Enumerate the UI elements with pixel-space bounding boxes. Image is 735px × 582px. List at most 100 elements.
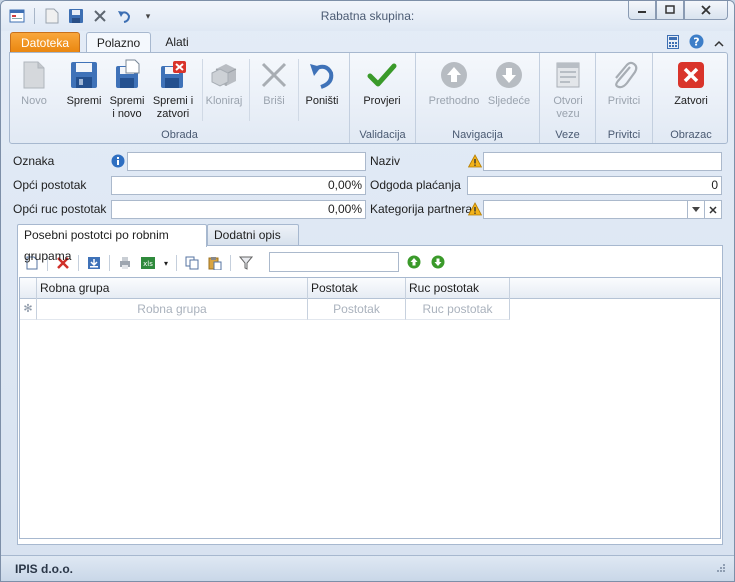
minimize-button[interactable] [628,1,656,20]
tab-posebni-postotci[interactable]: Posebni postotci po robnim grupama [17,224,207,263]
grid-paste-icon[interactable] [205,253,225,273]
delete-x-icon [258,59,290,91]
spremi-i-zatvori-button[interactable]: Spremi i zatvori [148,57,198,125]
grid-import-icon[interactable] [84,253,104,273]
brisi-button[interactable]: Briši [252,57,296,125]
odgoda-placanja-label: Odgoda plaćanja [370,178,461,192]
resize-grip-icon[interactable] [716,562,726,576]
oznaka-input[interactable] [127,152,366,171]
ribbon-tab-row: Datoteka Polazno Alati ? [1,31,734,53]
sljedece-label: Sljedeće [487,95,531,107]
otvori-vezu-button[interactable]: Otvori vezu [546,57,590,125]
tab-polazno[interactable]: Polazno [86,32,151,53]
opci-postotak-label: Opći postotak [13,178,87,192]
clear-x-icon [709,205,717,214]
naziv-input[interactable] [483,152,722,171]
check-icon [366,59,398,91]
export-dropdown-icon[interactable]: ▾ [161,253,171,273]
toolbar-separator [176,255,177,271]
grid-search-input[interactable] [269,252,399,272]
spremi-zatvori-label-2: zatvori [156,108,190,120]
opci-ruc-postotak-input[interactable]: 0,00% [111,200,366,219]
brisi-label: Briši [263,95,285,107]
group-label-privitci: Privitci [607,129,641,141]
title-bar: ▾ Rabatna skupina: [1,1,734,31]
privitci-label: Privitci [607,95,641,107]
tab-dodatni-opis[interactable]: Dodatni opis [207,224,299,246]
data-grid: Robna grupa Postotak Ruc postotak ✻ Robn… [19,277,721,539]
undo-icon [306,59,338,91]
new-row-ruc-postotak[interactable]: Ruc postotak [406,299,510,320]
sljedece-button[interactable]: Sljedeće [484,57,534,125]
odgoda-placanja-input[interactable]: 0 [467,176,722,195]
grid-filter-icon[interactable] [236,253,256,273]
save-new-icon [111,59,143,91]
group-veze: Otvori vezu Veze [540,53,596,143]
new-row-postotak[interactable]: Postotak [308,299,406,320]
kloniraj-button[interactable]: Kloniraj [204,57,244,125]
oznaka-label: Oznaka [13,154,55,168]
zatvori-label: Zatvori [674,95,708,107]
group-privitci: Privitci Privitci [596,53,653,143]
column-header-robna-grupa[interactable]: Robna grupa [37,278,308,299]
new-document-icon [18,59,50,91]
ponisti-label: Poništi [305,95,339,107]
kloniraj-label: Kloniraj [205,95,243,107]
calculator-icon[interactable] [667,34,679,52]
new-row[interactable]: ✻ Robna grupa Postotak Ruc postotak [20,299,720,320]
obrada-divider-3 [298,59,299,121]
tab-panel: xls ▾ Robna grupa Postotak Ruc postotak … [17,245,723,545]
grid-export-excel-icon[interactable]: xls [138,253,158,273]
chevron-down-icon [692,207,700,212]
tab-alati[interactable]: Alati [159,32,195,53]
group-obrazac: Zatvori Obrazac [653,53,729,143]
spremi-button[interactable]: Spremi [62,57,106,125]
otvori-vezu-label-1: Otvori [553,95,583,107]
maximize-button[interactable] [656,1,684,20]
kategorija-clear-button[interactable] [705,200,722,219]
spremi-label: Spremi [66,95,102,107]
save-icon [68,59,100,91]
kategorija-partnera-select[interactable] [483,200,688,219]
group-label-validacija: Validacija [359,129,406,141]
ponisti-button[interactable]: Poništi [300,57,344,125]
kategorija-dropdown-button[interactable] [688,200,705,219]
opci-postotak-input[interactable]: 0,00% [111,176,366,195]
grid-prev-icon[interactable] [407,255,421,272]
grid-copy-icon[interactable] [182,253,202,273]
warning-icon [467,202,483,216]
new-row-robna-grupa[interactable]: Robna grupa [37,299,308,320]
grid-next-icon[interactable] [431,255,445,272]
group-validacija: Provjeri Validacija [350,53,416,143]
provjeri-label: Provjeri [363,95,401,107]
close-red-icon [675,59,707,91]
column-header-ruc-postotak[interactable]: Ruc postotak [406,278,510,299]
svg-text:?: ? [693,36,699,49]
novo-button[interactable]: Novo [12,57,56,125]
prethodno-button[interactable]: Prethodno [424,57,484,125]
spremi-i-novo-button[interactable]: Spremi i novo [105,57,149,125]
otvori-vezu-label-2: vezu [556,108,580,120]
group-navigacija: Prethodno Sljedeće Navigacija [416,53,540,143]
obrada-divider [202,59,203,121]
kategorija-partnera-label: Kategorija partnera [370,202,473,216]
opci-ruc-postotak-label: Opći ruc postotak [13,202,107,216]
obrada-divider-2 [249,59,250,121]
status-bar: IPIS d.o.o. [1,555,734,581]
column-header-postotak[interactable]: Postotak [308,278,406,299]
grid-print-icon[interactable] [115,253,135,273]
tab-datoteka[interactable]: Datoteka [10,32,80,53]
privitci-button[interactable]: Privitci [602,57,646,125]
provjeri-button[interactable]: Provjeri [360,57,404,125]
close-window-button[interactable] [684,1,728,20]
group-label-obrazac: Obrazac [670,129,712,141]
ribbon-right-icons: ? [667,34,724,52]
toolbar-separator [78,255,79,271]
new-row-asterisk-icon: ✻ [20,299,37,320]
help-icon[interactable]: ? [689,34,704,52]
zatvori-button[interactable]: Zatvori [669,57,713,125]
collapse-ribbon-icon[interactable] [714,36,724,50]
grid-header: Robna grupa Postotak Ruc postotak [20,278,720,299]
toolbar-separator [109,255,110,271]
group-label-obrada: Obrada [161,129,198,141]
